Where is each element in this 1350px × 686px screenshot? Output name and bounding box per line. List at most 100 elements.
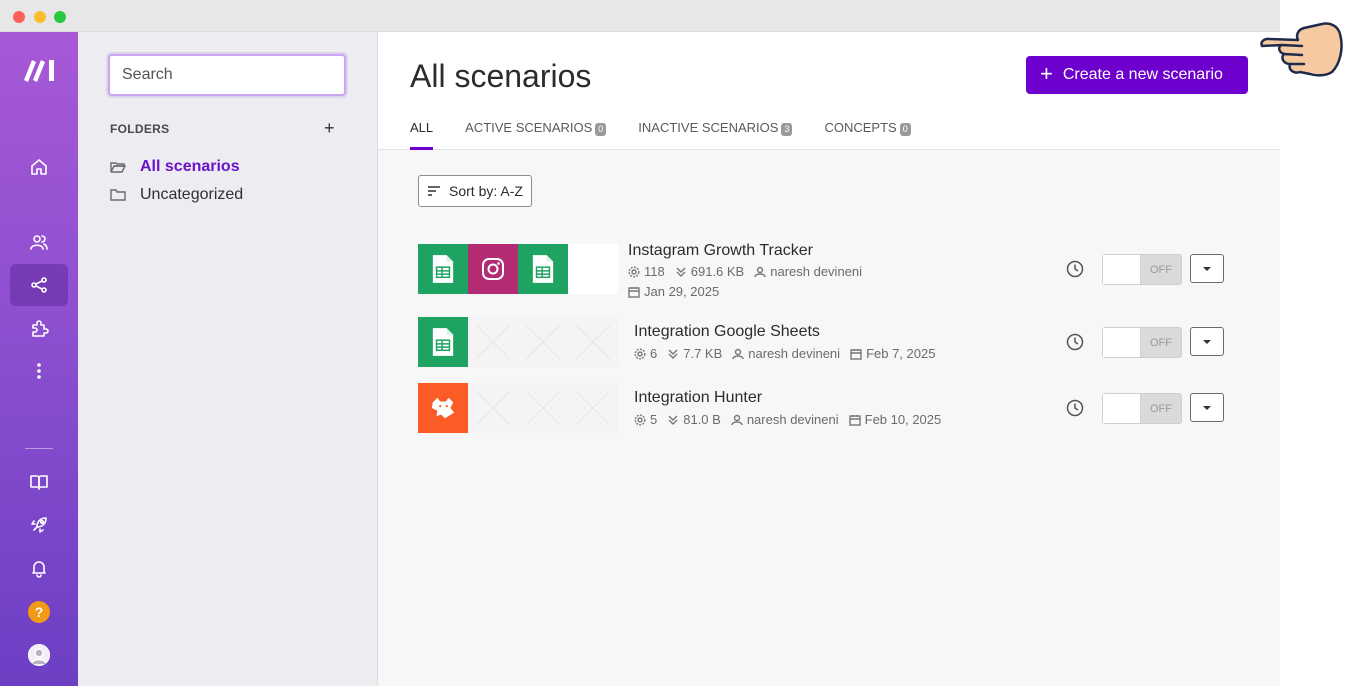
tab-active-scenarios[interactable]: ACTIVE SCENARIOS 0 (465, 120, 607, 150)
team-icon (30, 235, 48, 250)
folder-item-uncategorized[interactable]: Uncategorized (110, 186, 243, 204)
schedule-clock-icon[interactable] (1066, 399, 1084, 417)
create-scenario-label: Create a new scenario (1062, 66, 1223, 83)
help-icon: ? (28, 601, 50, 623)
calendar-icon (628, 287, 640, 298)
toggle-knob (1103, 394, 1141, 423)
scenario-row[interactable]: Integration Hunter 5 81.0 B naresh devin… (418, 383, 1228, 435)
schedule-clock-icon[interactable] (1066, 333, 1084, 351)
scenario-name[interactable]: Instagram Growth Tracker (628, 242, 813, 260)
nav-scenarios[interactable] (10, 264, 68, 306)
scenario-name[interactable]: Integration Google Sheets (634, 323, 820, 341)
caret-down-icon (1203, 339, 1211, 344)
count-badge: 3 (781, 123, 793, 136)
operations-count: 5 (650, 412, 658, 427)
operations-count: 6 (650, 346, 658, 361)
nav-team[interactable] (10, 221, 68, 263)
nav-onboarding[interactable] (10, 504, 68, 546)
scenario-options-dropdown[interactable] (1190, 327, 1224, 356)
nav-notifications[interactable] (10, 547, 68, 589)
scenario-modules (418, 317, 618, 367)
tab-all[interactable]: ALL (410, 120, 434, 150)
add-folder-button[interactable]: + (324, 118, 335, 139)
more-icon (37, 363, 41, 379)
sort-button[interactable]: Sort by: A-Z (418, 175, 532, 207)
nav-home[interactable] (10, 146, 68, 188)
gear-icon (628, 266, 640, 278)
data-transfer-icon (676, 267, 686, 277)
scenario-name[interactable]: Integration Hunter (634, 389, 762, 407)
owner-name: naresh devineni (748, 346, 841, 361)
main-header: All scenarios + Create a new scenario AL… (378, 32, 1280, 150)
sort-icon (428, 186, 440, 196)
scenario-modules (418, 383, 618, 433)
scenario-toggle[interactable]: OFF (1102, 327, 1182, 358)
google-sheets-icon (518, 244, 568, 294)
scenario-options-dropdown[interactable] (1190, 254, 1224, 283)
toggle-knob (1103, 255, 1141, 284)
scenario-meta: 118 691.6 KB naresh devineni Jan 29, 202… (628, 262, 958, 302)
folders-heading: FOLDERS (110, 122, 170, 136)
data-transfer-icon (668, 349, 678, 359)
schedule-clock-icon[interactable] (1066, 260, 1084, 278)
toggle-label: OFF (1150, 336, 1172, 349)
gear-icon (634, 414, 646, 426)
apps-icon (32, 320, 49, 337)
gear-icon (634, 348, 646, 360)
empty-module-slot (468, 317, 518, 367)
caret-down-icon (1203, 405, 1211, 410)
create-scenario-button[interactable]: + Create a new scenario (1026, 56, 1248, 94)
folder-label: Uncategorized (140, 186, 244, 203)
empty-module-slot (568, 244, 618, 294)
tab-inactive-scenarios[interactable]: INACTIVE SCENARIOS 3 (638, 120, 793, 150)
make-logo[interactable] (22, 58, 58, 82)
owner-name: naresh devineni (770, 264, 863, 279)
scenario-modules (418, 244, 618, 294)
created-date: Feb 10, 2025 (864, 412, 942, 427)
data-transfer-icon (668, 415, 678, 425)
title-bar (0, 0, 1280, 32)
nav-more[interactable] (10, 350, 68, 392)
close-window-button[interactable] (13, 11, 25, 23)
count-badge: 0 (899, 123, 911, 136)
instagram-icon (468, 244, 518, 294)
tab-label: INACTIVE SCENARIOS (638, 120, 779, 135)
maximize-window-button[interactable] (54, 11, 66, 23)
scenario-toggle[interactable]: OFF (1102, 254, 1182, 285)
search-box (108, 54, 346, 96)
empty-module-slot (518, 317, 568, 367)
profile-icon (28, 644, 50, 666)
scenario-options-dropdown[interactable] (1190, 393, 1224, 422)
tab-concepts[interactable]: CONCEPTS 0 (824, 120, 911, 150)
nav-docs[interactable] (10, 461, 68, 503)
folder-label: All scenarios (140, 158, 240, 175)
empty-module-slot (518, 383, 568, 433)
scenario-tabs: ALL ACTIVE SCENARIOS 0 INACTIVE SCENARIOS… (410, 120, 943, 150)
scenarios-icon (31, 277, 47, 293)
toggle-label: OFF (1150, 263, 1172, 276)
rocket-icon (31, 517, 47, 533)
search-input[interactable] (110, 56, 344, 94)
home-icon (31, 159, 47, 175)
toggle-knob (1103, 328, 1141, 357)
sort-label: Sort by: A-Z (449, 183, 523, 199)
minimize-window-button[interactable] (34, 11, 46, 23)
folder-open-icon (110, 162, 126, 173)
nav-apps[interactable] (10, 308, 68, 350)
google-sheets-icon (418, 317, 468, 367)
app-window: ? FOLDERS + All scenarios Uncategorized … (0, 0, 1280, 686)
folders-panel: FOLDERS + All scenarios Uncategorized (78, 32, 378, 686)
scenario-meta: 6 7.7 KB naresh devineni Feb 7, 2025 (634, 344, 1034, 364)
scenario-toggle[interactable]: OFF (1102, 393, 1182, 424)
scenario-row[interactable]: Instagram Growth Tracker 118 691.6 KB na… (418, 242, 1228, 299)
rail-divider (25, 448, 53, 449)
data-size: 81.0 B (683, 412, 721, 427)
nav-profile[interactable] (10, 634, 68, 676)
nav-help[interactable]: ? (10, 591, 68, 633)
folder-item-all-scenarios[interactable]: All scenarios (110, 158, 240, 176)
caret-down-icon (1203, 266, 1211, 271)
data-size: 7.7 KB (683, 346, 723, 361)
scenario-row[interactable]: Integration Google Sheets 6 7.7 KB nares… (418, 317, 1228, 369)
created-date: Jan 29, 2025 (644, 284, 720, 299)
user-icon (754, 266, 766, 278)
